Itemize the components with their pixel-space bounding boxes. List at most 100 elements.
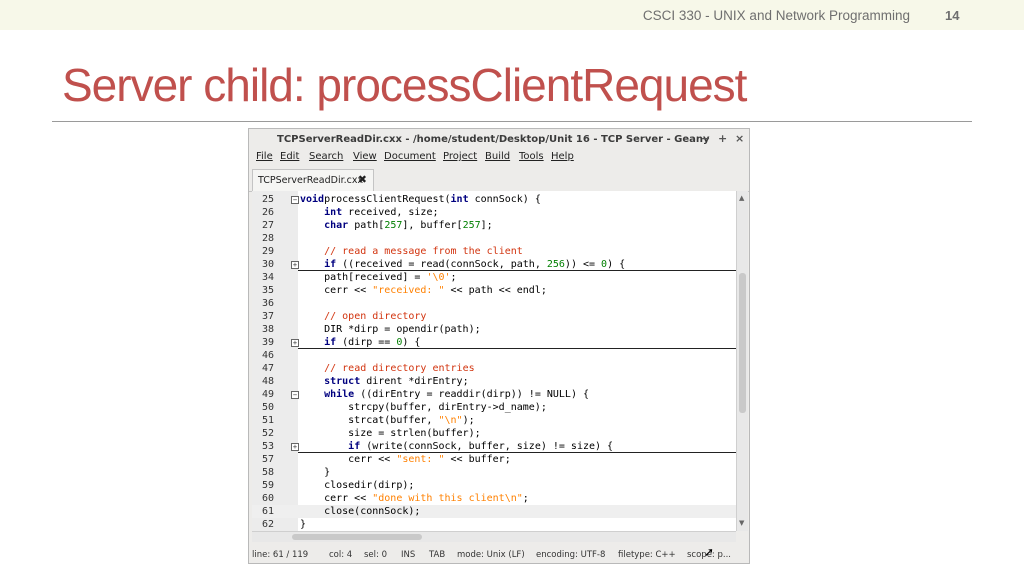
slide-title: Server child: processClientRequest [62,59,747,111]
line-number: 61 [262,506,275,517]
window-titlebar[interactable]: TCPServerReadDir.cxx - /home/student/Des… [249,129,749,149]
line-number: 28 [262,233,275,244]
menu-help[interactable]: Help [551,151,574,162]
menu-tools[interactable]: Tools [519,151,544,162]
menu-document[interactable]: Document [384,151,436,162]
code-line[interactable]: 61 close(connSock); [252,505,736,518]
horizontal-scrollbar[interactable] [252,531,736,542]
line-number: 39 [262,337,275,348]
geany-window: TCPServerReadDir.cxx - /home/student/Des… [248,128,750,564]
code-line[interactable]: 36 [252,297,736,310]
menu-file[interactable]: File [256,151,273,162]
code-line[interactable]: 34 path[received] = '\0'; [252,271,736,284]
menu-view[interactable]: View [353,151,377,162]
code-line[interactable]: 25 − voidprocessClientRequest(int connSock… [252,193,736,206]
line-number: 36 [262,298,275,309]
code-token: 256 [546,259,565,270]
document-tab-label: TCPServerReadDir.cxx [258,175,364,186]
code-token: << path << endl; [444,285,547,296]
mouse-pointer-icon: ➚ [704,545,715,559]
code-token: ((received = read(connSock, path, [336,259,547,270]
code-token: '\0' [426,272,451,283]
status-col: col: 4 [329,550,353,560]
vertical-scrollbar[interactable]: ▲ ▼ [736,191,748,531]
minimize-icon[interactable]: − [701,132,710,145]
code-text: // open directory [300,310,426,323]
code-line[interactable]: 48 struct dirent *dirEntry; [252,375,736,388]
close-tab-icon[interactable]: ✖ [358,173,367,186]
status-tab: TAB [429,550,446,560]
code-line[interactable]: 50 strcpy(buffer, dirEntry->d_name); [252,401,736,414]
code-line[interactable]: 29 // read a message from the client [252,245,736,258]
scroll-up-icon[interactable]: ▲ [739,194,744,202]
status-filetype: filetype: C++ [618,550,676,560]
fold-expand-icon[interactable]: + [291,339,299,347]
code-line[interactable]: 60 cerr << "done with this client\n"; [252,492,736,505]
code-text: strcat(buffer, "\n"); [300,414,474,427]
menu-build[interactable]: Build [485,151,510,162]
line-number: 46 [262,350,275,361]
line-number: 29 [262,246,275,257]
code-line[interactable]: 59 closedir(dirp); [252,479,736,492]
code-token: ; [450,272,457,283]
status-mode: mode: Unix (LF) [457,550,525,560]
code-token: received, size; [342,207,439,218]
scroll-down-icon[interactable]: ▼ [739,519,744,527]
code-token: if [324,259,337,270]
line-number: 60 [262,493,275,504]
code-line[interactable]: 47 // read directory entries [252,362,736,375]
code-token: )) <= [564,259,602,270]
line-number: 37 [262,311,275,322]
code-line[interactable]: 35 cerr << "received: " << path << endl; [252,284,736,297]
horizontal-scroll-thumb[interactable] [292,534,422,540]
status-sel: sel: 0 [364,550,387,560]
fold-expand-icon[interactable]: + [291,443,299,451]
course-label: CSCI 330 - UNIX and Network Programming [642,8,910,23]
code-text: } [300,466,330,479]
code-line[interactable]: 58 } [252,466,736,479]
menu-edit[interactable]: Edit [280,151,299,162]
code-token: cerr << [300,493,373,504]
fold-collapse-icon[interactable]: − [291,391,299,399]
code-line[interactable]: 46 [252,349,736,362]
code-line[interactable]: 37 // open directory [252,310,736,323]
menu-project[interactable]: Project [443,151,477,162]
code-token: ]; [480,220,493,231]
code-token: DIR *dirp = opendir(path); [300,324,481,335]
code-line[interactable]: 49 − while ((dirEntry = readdir(dirp)) !=… [252,388,736,401]
code-token: // read directory entries [324,363,475,374]
code-line[interactable]: 51 strcat(buffer, "\n"); [252,414,736,427]
status-ins: INS [401,550,416,560]
code-token: ) { [607,259,626,270]
maximize-icon[interactable]: + [718,132,727,145]
menu-search[interactable]: Search [309,151,343,162]
line-number: 34 [262,272,275,283]
fold-collapse-icon[interactable]: − [291,196,299,204]
code-line[interactable]: 26 int received, size; [252,206,736,219]
code-text: close(connSock); [300,505,420,518]
status-line: line: 61 / 119 [252,550,309,560]
code-line[interactable]: 28 [252,232,736,245]
code-line[interactable]: 62} [252,518,736,531]
close-window-icon[interactable]: × [735,132,744,145]
code-token: strcat(buffer, [300,415,439,426]
code-line[interactable]: 52 size = strlen(buffer); [252,427,736,440]
code-line[interactable]: 27 char path[257], buffer[257]; [252,219,736,232]
code-text: } [300,518,306,531]
line-number: 26 [262,207,275,218]
code-line[interactable]: 38 DIR *dirp = opendir(path); [252,323,736,336]
code-token: void [300,194,325,205]
title-divider [52,121,972,122]
code-token: (write(connSock, buffer, size) != size) … [360,441,614,452]
line-number: 50 [262,402,275,413]
code-token: (dirp == [336,337,397,348]
fold-expand-icon[interactable]: + [291,261,299,269]
code-editor[interactable]: 25− voidprocessClientRequest(int connSock… [252,191,736,531]
vertical-scroll-thumb[interactable] [739,273,746,413]
document-tab[interactable]: TCPServerReadDir.cxx ✖ [252,169,374,191]
code-line[interactable]: 57 cerr << "sent: " << buffer; [252,453,736,466]
